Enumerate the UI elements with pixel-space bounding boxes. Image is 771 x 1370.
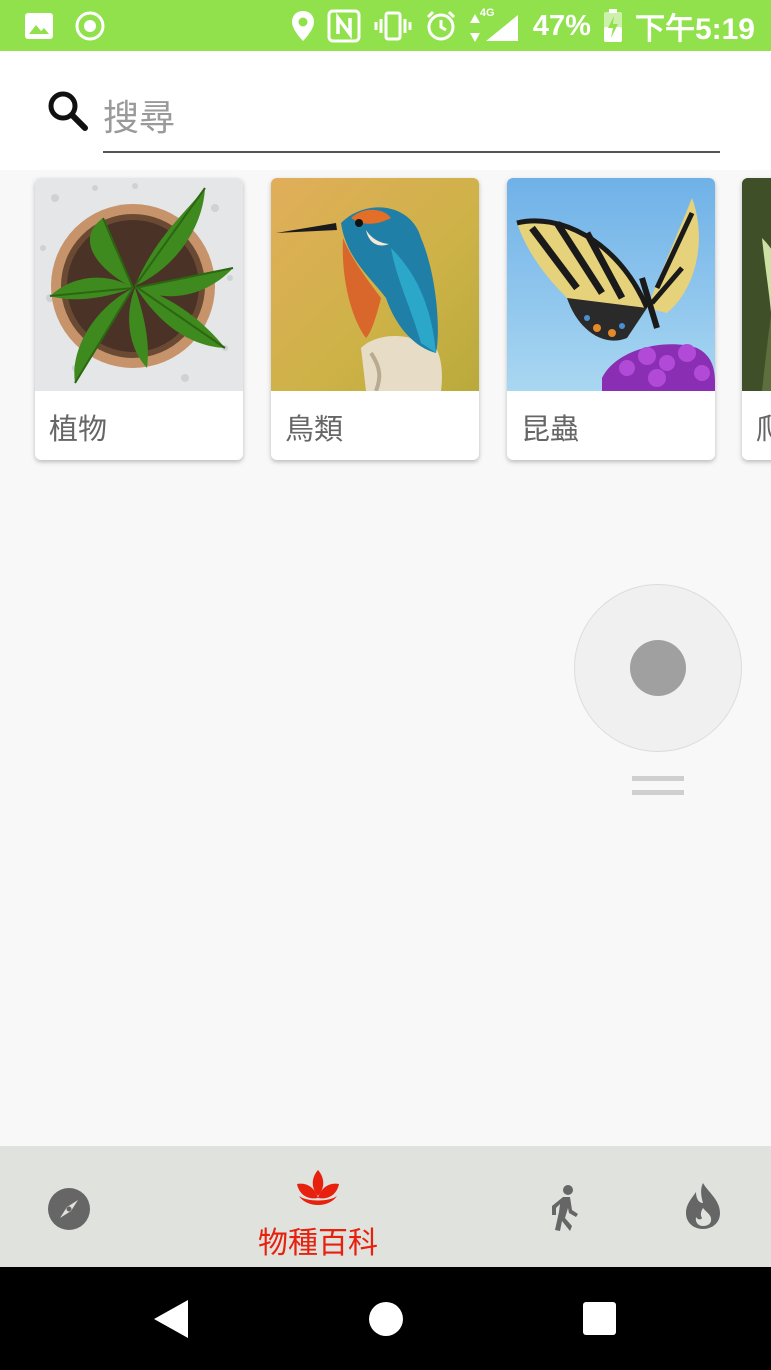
category-label: 昆蟲 (521, 412, 580, 446)
record-button[interactable] (630, 640, 686, 696)
recents-icon[interactable] (583, 1302, 616, 1335)
home-icon[interactable] (368, 1301, 404, 1337)
reptile-image (742, 178, 771, 391)
image-icon (25, 13, 53, 39)
system-navigation-bar (0, 1267, 771, 1370)
walking-icon[interactable] (548, 1184, 582, 1232)
category-card-birds[interactable]: 鳥類 (271, 178, 479, 460)
search-input[interactable] (103, 85, 720, 153)
category-card-insects[interactable]: 昆蟲 (507, 178, 715, 460)
category-label: 爬 (756, 412, 771, 446)
kingfisher-image (271, 178, 479, 391)
category-card-reptiles[interactable]: 爬 (742, 178, 771, 460)
butterfly-image (507, 178, 715, 391)
drag-handle-bottom[interactable] (632, 790, 684, 795)
location-icon (291, 11, 314, 41)
alarm-icon (426, 10, 455, 41)
nav-label-encyclopedia[interactable]: 物種百科 (258, 1218, 378, 1262)
battery-percentage: 47% (532, 9, 591, 42)
vibrate-icon (374, 11, 412, 41)
compass-icon[interactable] (46, 1186, 92, 1232)
search-icon[interactable] (46, 89, 88, 131)
lotus-icon[interactable] (295, 1168, 341, 1214)
category-label: 鳥類 (285, 412, 344, 446)
plant-image (35, 178, 243, 391)
battery-charging-icon (603, 9, 622, 42)
nfc-icon (327, 9, 361, 43)
signal-icon (485, 15, 518, 41)
category-card-plants[interactable]: 植物 (35, 178, 243, 460)
signal-group: 4G (469, 7, 521, 43)
status-bar: 4G 47% 下午5:19 (0, 0, 771, 51)
drag-handle-top[interactable] (632, 776, 684, 781)
bottom-navigation (0, 1146, 771, 1267)
clock: 下午5:19 (634, 13, 755, 46)
category-carousel[interactable]: 植物 鳥類 昆蟲 爬 (0, 170, 771, 470)
fire-icon[interactable] (684, 1182, 722, 1230)
floating-action-button[interactable] (574, 584, 742, 752)
back-icon[interactable] (152, 1298, 190, 1340)
category-label: 植物 (49, 412, 108, 446)
record-icon (75, 11, 105, 41)
